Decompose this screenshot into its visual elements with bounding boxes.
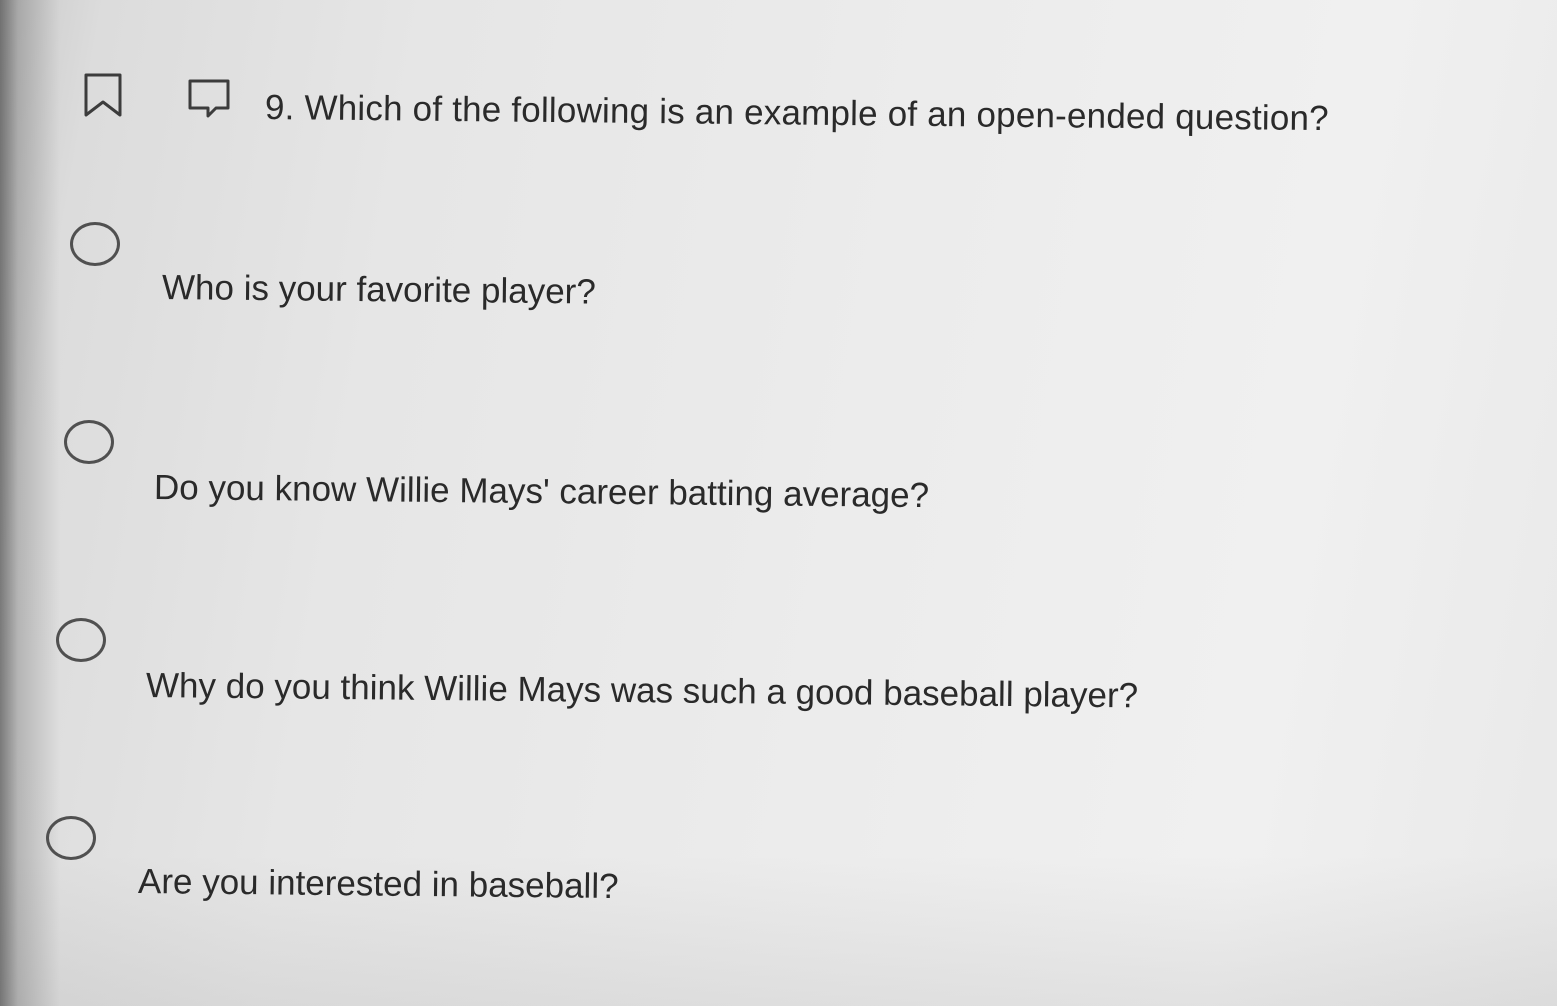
radio-button[interactable] [64, 420, 114, 464]
radio-button[interactable] [70, 222, 120, 266]
answer-option-label: Are you interested in baseball? [137, 862, 619, 907]
bookmark-icon[interactable] [82, 72, 124, 118]
answer-option-label: Do you know Willie Mays' career batting … [153, 468, 930, 516]
radio-button[interactable] [56, 618, 106, 662]
answer-option-label: Who is your favorite player? [161, 268, 596, 312]
question-text: 9. Which of the following is an example … [264, 88, 1330, 139]
radio-button[interactable] [46, 816, 96, 860]
flag-comment-icon[interactable] [186, 78, 232, 120]
answer-option-label: Why do you think Willie Mays was such a … [145, 666, 1139, 716]
